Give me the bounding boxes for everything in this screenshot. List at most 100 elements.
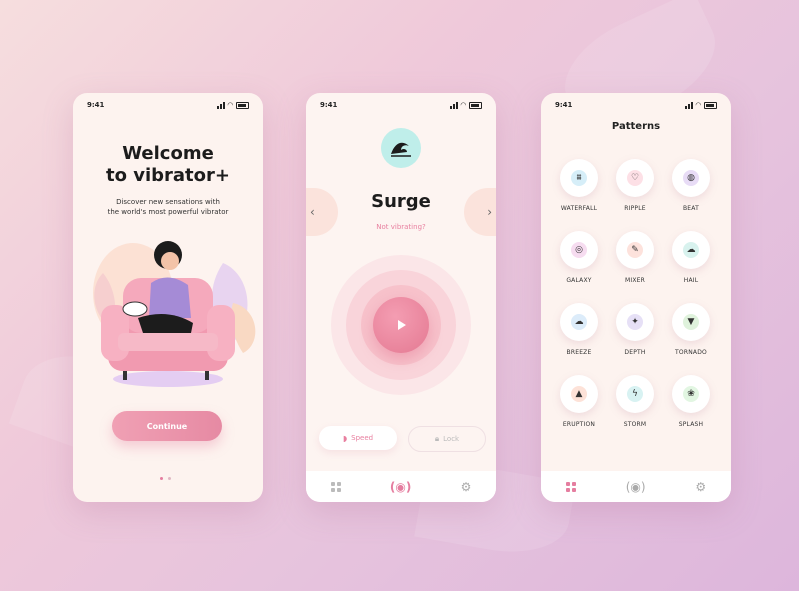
bottom-nav: (◉) ⚙ xyxy=(541,471,731,502)
play-button[interactable] xyxy=(373,297,429,353)
vibrate-nav-icon[interactable]: (◉) xyxy=(626,480,646,494)
player-screen: 9:41 ◠ ‹ › Surge Not vibrating? ◗ Speed … xyxy=(306,93,496,502)
battery-icon xyxy=(236,101,249,109)
signal-icon xyxy=(449,101,458,109)
pattern-item[interactable]: ❀ SPLASH xyxy=(663,375,719,428)
status-bar: 9:41 ◠ xyxy=(87,99,249,111)
pattern-icon-circle: ♡ xyxy=(616,159,654,197)
pattern-icon-circle: ❀ xyxy=(672,375,710,413)
pattern-label: BEAT xyxy=(682,205,699,212)
pattern-label: GALAXY xyxy=(566,277,592,284)
welcome-subtitle: Discover new sensations with the world's… xyxy=(93,197,243,217)
galaxy-icon: ◎ xyxy=(571,242,587,258)
welcome-title-line1: Welcome xyxy=(122,143,214,164)
page-indicator xyxy=(160,477,171,480)
pattern-item[interactable]: ☁ BREEZE xyxy=(551,303,607,356)
speed-label: Speed xyxy=(351,434,374,442)
splash-icon: ❀ xyxy=(683,386,699,402)
lock-button[interactable]: 🔒︎ Lock xyxy=(408,426,486,452)
page-dot xyxy=(168,477,171,480)
pattern-item[interactable]: ▲ ERUPTION xyxy=(551,375,607,428)
tornado-icon: ▼ xyxy=(683,314,699,330)
lock-icon: 🔒︎ xyxy=(434,434,440,443)
patterns-grid: ⩩ WATERFALL ♡ RIPPLE ◍ BEAT ◎ GALAXY ✎ MIXER ☁ HAIL… xyxy=(551,159,721,428)
pattern-icon-circle: ☁ xyxy=(672,231,710,269)
mixer-icon: ✎ xyxy=(627,242,643,258)
eruption-icon: ▲ xyxy=(571,386,587,402)
pattern-item[interactable]: ϟ STORM xyxy=(607,375,663,428)
status-time: 9:41 xyxy=(87,101,105,109)
pattern-label: DEPTH xyxy=(624,349,646,356)
lock-label: Lock xyxy=(443,435,460,443)
pattern-title: Surge xyxy=(371,191,431,212)
page-dot-active xyxy=(160,477,163,480)
pattern-label: TORNADO xyxy=(675,349,707,356)
pattern-item[interactable]: ◍ BEAT xyxy=(663,159,719,212)
pattern-item[interactable]: ♡ RIPPLE xyxy=(607,159,663,212)
pattern-icon-circle: ✎ xyxy=(616,231,654,269)
status-bar: 9:41 ◠ xyxy=(320,99,482,111)
turtle-icon: ◗ xyxy=(342,433,348,443)
pattern-icon-circle: ☁ xyxy=(560,303,598,341)
pattern-icon-circle: ✦ xyxy=(616,303,654,341)
welcome-subtitle-line1: Discover new sensations with xyxy=(116,198,220,206)
play-icon xyxy=(398,320,406,330)
patterns-nav-icon[interactable] xyxy=(330,481,341,492)
pattern-label: STORM xyxy=(623,421,647,428)
depth-icon: ✦ xyxy=(627,314,643,330)
battery-icon xyxy=(704,101,717,109)
pattern-icon-circle: ◍ xyxy=(672,159,710,197)
welcome-subtitle-line2: the world's most powerful vibrator xyxy=(107,208,229,216)
pattern-item[interactable]: ⩩ WATERFALL xyxy=(551,159,607,212)
signal-icon xyxy=(684,101,693,109)
speed-button[interactable]: ◗ Speed xyxy=(319,426,397,450)
wifi-icon: ◠ xyxy=(695,101,701,109)
patterns-screen: 9:41 ◠ Patterns ⩩ WATERFALL ♡ RIPPLE ◍ BEAT ◎ G… xyxy=(541,93,731,502)
settings-gear-icon[interactable]: ⚙ xyxy=(695,480,706,494)
continue-button[interactable]: Continue xyxy=(112,411,222,441)
welcome-screen: 9:41 ◠ Welcome to vibrator+ Discover new… xyxy=(73,93,263,502)
pattern-label: ERUPTION xyxy=(562,421,596,428)
pattern-label: HAIL xyxy=(683,277,699,284)
settings-gear-icon[interactable]: ⚙ xyxy=(461,480,472,494)
pattern-item[interactable]: ◎ GALAXY xyxy=(551,231,607,284)
signal-icon xyxy=(216,101,225,109)
status-icons: ◠ xyxy=(216,101,249,109)
bottom-nav: (◉) ⚙ xyxy=(306,471,496,502)
pattern-item[interactable]: ▼ TORNADO xyxy=(663,303,719,356)
pattern-icon-circle: ϟ xyxy=(616,375,654,413)
pattern-icon-circle: ▼ xyxy=(672,303,710,341)
pattern-label: RIPPLE xyxy=(624,205,646,212)
wifi-icon: ◠ xyxy=(460,101,466,109)
vibrate-nav-icon[interactable]: (◉) xyxy=(390,480,411,494)
status-time: 9:41 xyxy=(555,101,573,109)
pattern-icon-circle: ▲ xyxy=(560,375,598,413)
patterns-nav-icon[interactable] xyxy=(565,481,576,492)
welcome-title-line2: to vibrator+ xyxy=(106,165,230,186)
not-vibrating-link[interactable]: Not vibrating? xyxy=(306,223,496,231)
breeze-icon: ☁ xyxy=(571,314,587,330)
woman-on-armchair-illustration xyxy=(93,241,256,387)
wave-badge xyxy=(381,128,421,168)
pattern-item[interactable]: ☁ HAIL xyxy=(663,231,719,284)
wave-icon xyxy=(391,142,411,157)
status-icons: ◠ xyxy=(449,101,482,109)
hail-icon: ☁ xyxy=(683,242,699,258)
pattern-icon-circle: ⩩ xyxy=(560,159,598,197)
beat-icon: ◍ xyxy=(683,170,699,186)
pattern-item[interactable]: ✦ DEPTH xyxy=(607,303,663,356)
pattern-label: MIXER xyxy=(624,277,646,284)
pattern-label: SPLASH xyxy=(678,421,704,428)
status-time: 9:41 xyxy=(320,101,338,109)
patterns-title: Patterns xyxy=(611,121,661,132)
storm-icon: ϟ xyxy=(627,386,643,402)
waterfall-icon: ⩩ xyxy=(571,170,587,186)
welcome-title: Welcome to vibrator+ xyxy=(73,143,263,187)
status-bar: 9:41 ◠ xyxy=(555,99,717,111)
pattern-item[interactable]: ✎ MIXER xyxy=(607,231,663,284)
battery-icon xyxy=(469,101,482,109)
pattern-label: BREEZE xyxy=(566,349,592,356)
ripple-icon: ♡ xyxy=(627,170,643,186)
status-icons: ◠ xyxy=(684,101,717,109)
pattern-label: WATERFALL xyxy=(560,205,598,212)
